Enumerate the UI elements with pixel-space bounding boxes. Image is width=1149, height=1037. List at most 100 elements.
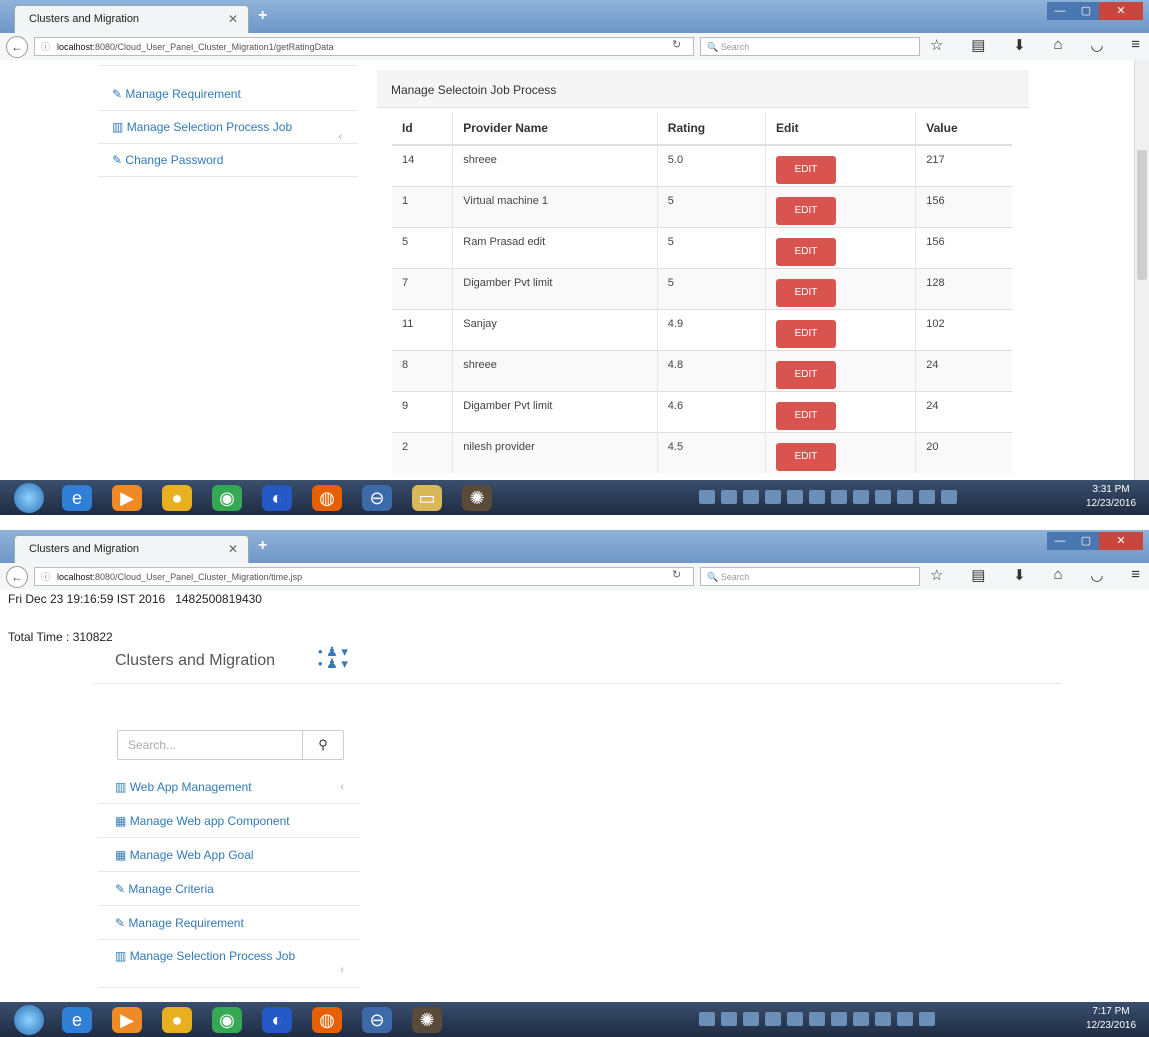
tray-icon[interactable] — [743, 490, 759, 504]
browser-search-input[interactable]: 🔍 Search — [700, 567, 920, 586]
menu-icon[interactable]: ≡ — [1131, 566, 1140, 584]
start-button[interactable] — [14, 483, 44, 513]
app-icon-2[interactable]: ⊖ — [362, 485, 392, 511]
tray-icon[interactable] — [875, 490, 891, 504]
sidebar-search-input[interactable]: Search... ⚲ — [117, 730, 344, 760]
edit-button[interactable]: EDIT — [776, 401, 837, 430]
tray-icon[interactable] — [721, 1012, 737, 1026]
sidebar-item-manage-web-app-goal[interactable]: ▦ Manage Web App Goal — [98, 838, 360, 872]
taskbar-clock[interactable]: 7:17 PM 12/23/2016 — [1081, 1005, 1141, 1033]
url-bar[interactable]: ⓘ localhost:8080/Cloud_User_Panel_Cluste… — [34, 567, 694, 586]
close-tab-icon[interactable]: ✕ — [228, 6, 238, 32]
sidebar-item-manage-requirement[interactable]: ✎ Manage Requirement — [98, 78, 358, 111]
app-icon-3[interactable]: ✺ — [412, 1007, 442, 1033]
close-tab-icon[interactable]: ✕ — [228, 536, 238, 562]
pocket-icon[interactable]: ◡ — [1090, 36, 1103, 54]
bookmark-star-icon[interactable]: ☆ — [930, 36, 943, 54]
edit-button[interactable]: EDIT — [776, 237, 837, 266]
edit-button[interactable]: EDIT — [776, 319, 837, 348]
menu-icon[interactable]: ≡ — [1131, 36, 1140, 54]
download-icon[interactable]: ⬇ — [1013, 36, 1026, 54]
minimize-icon[interactable]: — — [1047, 2, 1073, 20]
start-button[interactable] — [14, 1005, 44, 1035]
tray-icon[interactable] — [765, 490, 781, 504]
tray-icon[interactable] — [699, 490, 715, 504]
tray-icon[interactable] — [853, 490, 869, 504]
home-icon[interactable]: ⌂ — [1054, 36, 1063, 54]
edit-button[interactable]: EDIT — [776, 278, 837, 307]
tray-icon[interactable] — [853, 1012, 869, 1026]
tray-icon[interactable] — [831, 490, 847, 504]
info-icon[interactable]: ⓘ — [41, 568, 50, 585]
sidebar-item-manage-criteria[interactable]: ✎ Manage Criteria — [98, 872, 360, 906]
search-icon[interactable]: ⚲ — [302, 731, 343, 759]
eclipse-icon[interactable]: ◐ — [262, 485, 292, 511]
edit-button[interactable]: EDIT — [776, 196, 837, 225]
ie-icon[interactable]: e — [62, 485, 92, 511]
folder-icon[interactable]: ▭ — [412, 485, 442, 511]
back-arrow-icon[interactable]: ← — [6, 566, 28, 588]
back-arrow-icon[interactable]: ← — [6, 36, 28, 58]
new-tab-icon[interactable]: + — [258, 7, 267, 25]
tray-icon[interactable] — [765, 1012, 781, 1026]
reading-list-icon[interactable]: ▤ — [971, 36, 985, 54]
ie-icon[interactable]: e — [62, 1007, 92, 1033]
chevron-left-icon[interactable]: ‹ — [340, 770, 344, 804]
tray-icon[interactable] — [919, 1012, 935, 1026]
user-icon[interactable]: • ♟ ▾ — [318, 657, 358, 670]
tray-icon[interactable] — [787, 490, 803, 504]
new-tab-icon[interactable]: + — [258, 537, 267, 555]
firefox-icon[interactable]: ◍ — [312, 1007, 342, 1033]
sidebar-item-manage-selection-process-job[interactable]: ▥ Manage Selection Process Job ‹ — [98, 940, 360, 988]
close-window-icon[interactable]: ✕ — [1099, 2, 1143, 20]
maximize-icon[interactable]: ▢ — [1073, 2, 1099, 20]
reading-list-icon[interactable]: ▤ — [971, 566, 985, 584]
tray-icon[interactable] — [699, 1012, 715, 1026]
eclipse-icon[interactable]: ◐ — [262, 1007, 292, 1033]
tray-icon[interactable] — [897, 490, 913, 504]
close-window-icon[interactable]: ✕ — [1099, 532, 1143, 550]
browser-tab[interactable]: Clusters and Migration ✕ — [14, 5, 249, 33]
firefox-icon[interactable]: ◍ — [312, 485, 342, 511]
sidebar-item-change-password[interactable]: ✎ Change Password — [98, 144, 358, 177]
tray-icon[interactable] — [919, 490, 935, 504]
tray-icon[interactable] — [941, 490, 957, 504]
tray-icon[interactable] — [721, 490, 737, 504]
tray-icon[interactable] — [787, 1012, 803, 1026]
scrollbar-thumb[interactable] — [1137, 150, 1147, 280]
reload-icon[interactable]: ↻ — [672, 38, 681, 51]
chrome-icon[interactable]: ◉ — [212, 485, 242, 511]
browser-search-input[interactable]: 🔍 Search — [700, 37, 920, 56]
edit-button[interactable]: EDIT — [776, 156, 837, 184]
bookmark-star-icon[interactable]: ☆ — [930, 566, 943, 584]
browser-tab[interactable]: Clusters and Migration ✕ — [14, 535, 249, 563]
brand-title[interactable]: Clusters and Migration — [115, 652, 275, 670]
home-icon[interactable]: ⌂ — [1054, 566, 1063, 584]
sidebar-item-manage-requirement[interactable]: ✎ Manage Requirement — [98, 906, 360, 940]
tray-icon[interactable] — [831, 1012, 847, 1026]
app-icon[interactable]: ● — [162, 485, 192, 511]
media-player-icon[interactable]: ▶ — [112, 485, 142, 511]
taskbar-clock[interactable]: 3:31 PM 12/23/2016 — [1081, 483, 1141, 511]
page-scrollbar[interactable] — [1134, 60, 1149, 480]
tray-icon[interactable] — [897, 1012, 913, 1026]
media-player-icon[interactable]: ▶ — [112, 1007, 142, 1033]
pocket-icon[interactable]: ◡ — [1090, 566, 1103, 584]
tray-icon[interactable] — [809, 1012, 825, 1026]
download-icon[interactable]: ⬇ — [1013, 566, 1026, 584]
maximize-icon[interactable]: ▢ — [1073, 532, 1099, 550]
app-icon-2[interactable]: ⊖ — [362, 1007, 392, 1033]
app-icon[interactable]: ● — [162, 1007, 192, 1033]
info-icon[interactable]: ⓘ — [41, 38, 50, 55]
url-bar[interactable]: ⓘ localhost:8080/Cloud_User_Panel_Cluste… — [34, 37, 694, 56]
minimize-icon[interactable]: — — [1047, 532, 1073, 550]
chevron-left-icon[interactable]: ‹ — [340, 954, 344, 986]
sidebar-item-manage-web-app-component[interactable]: ▦ Manage Web app Component — [98, 804, 360, 838]
app-icon-3[interactable]: ✺ — [462, 485, 492, 511]
chrome-icon[interactable]: ◉ — [212, 1007, 242, 1033]
tray-icon[interactable] — [875, 1012, 891, 1026]
tray-icon[interactable] — [743, 1012, 759, 1026]
sidebar-item-web-app-management[interactable]: ▥ Web App Management ‹ — [98, 770, 360, 804]
edit-button[interactable]: EDIT — [776, 360, 837, 389]
reload-icon[interactable]: ↻ — [672, 568, 681, 581]
